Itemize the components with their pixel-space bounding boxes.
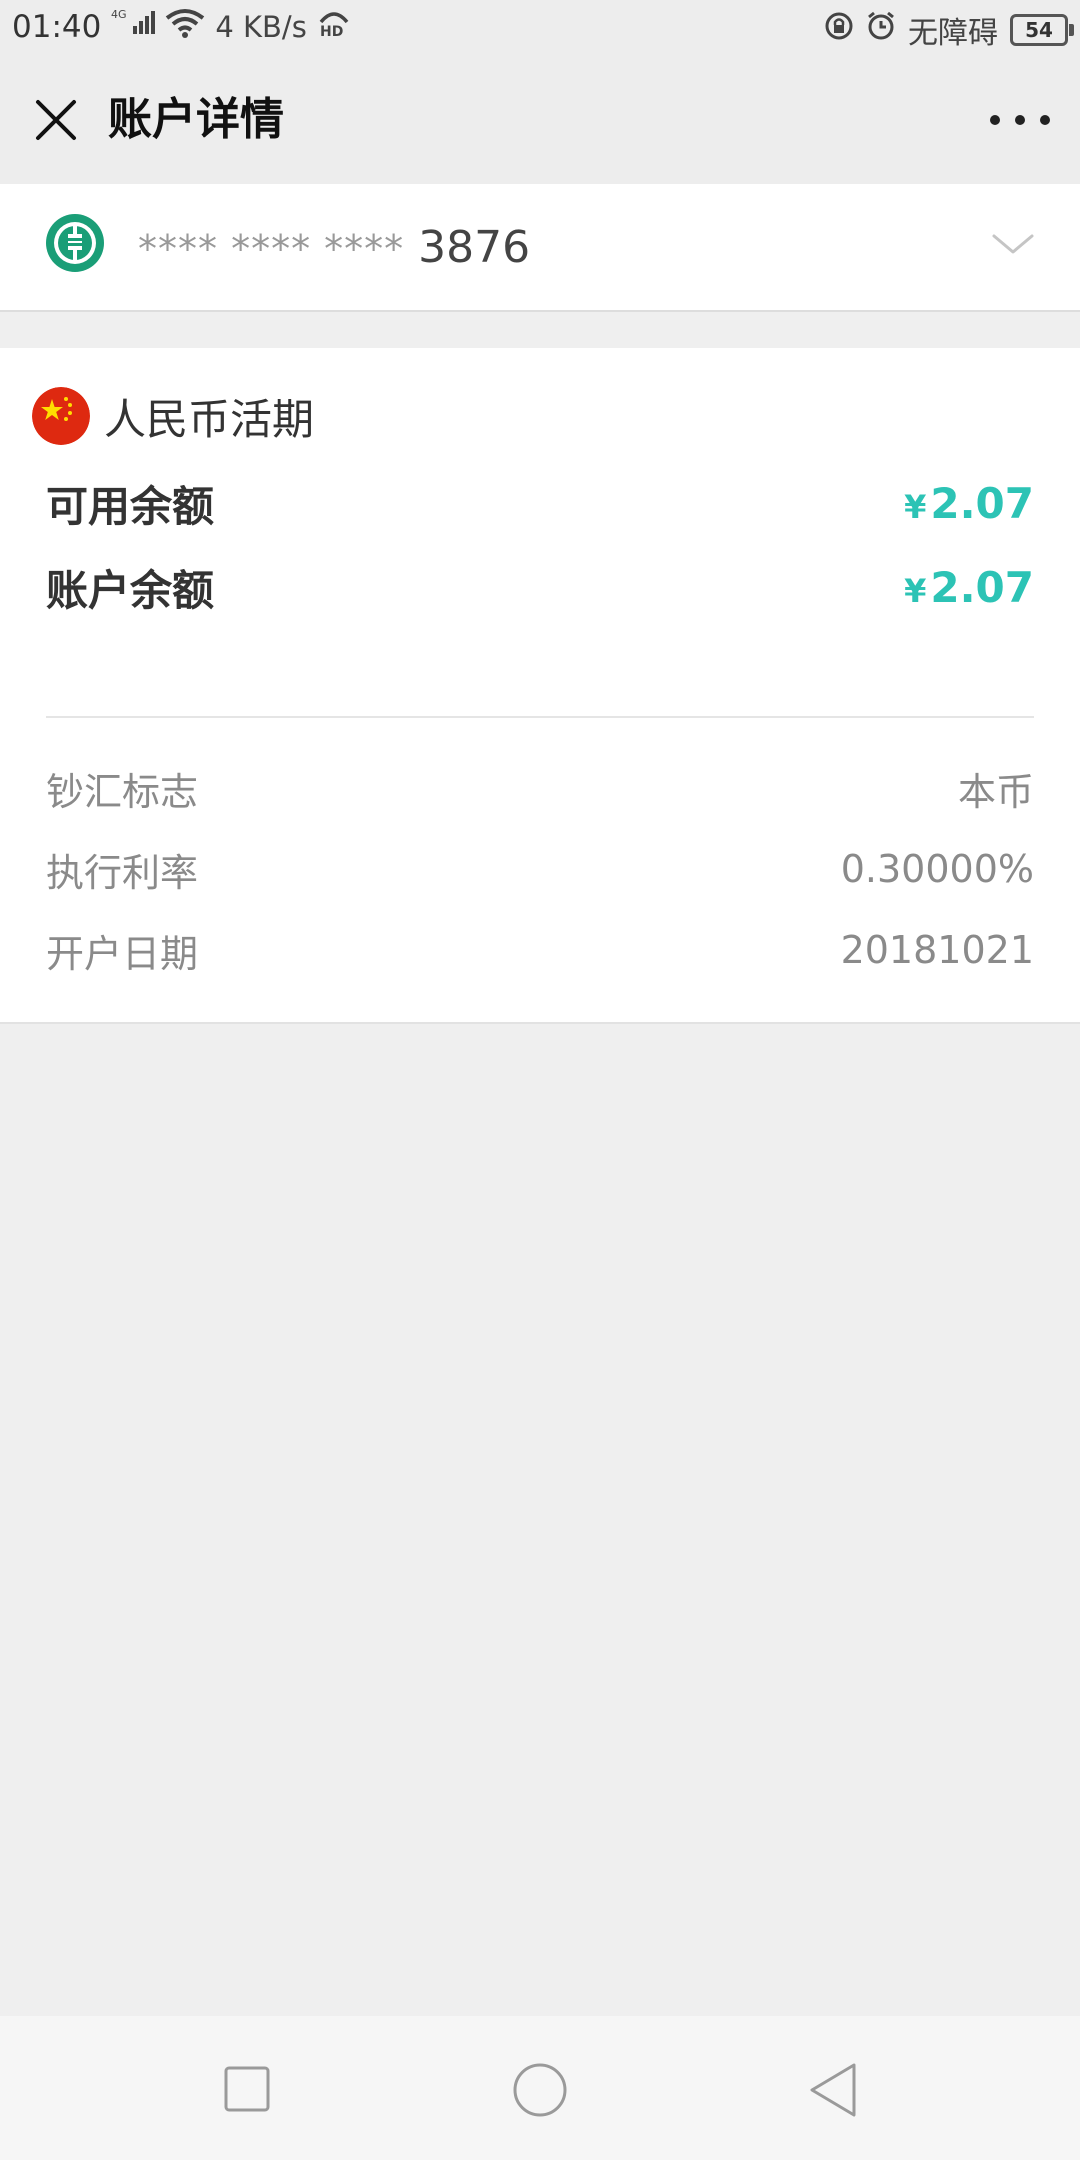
triangle-back-icon: [810, 2063, 856, 2117]
hd-label: HD: [320, 24, 343, 38]
header: 账户详情: [0, 56, 1080, 184]
bank-logo-icon: [44, 212, 106, 274]
circle-icon: [513, 2063, 567, 2117]
status-right: 无障碍 54: [824, 8, 1074, 52]
more-icon-dot: [1015, 115, 1025, 125]
rotation-lock-icon: [824, 11, 854, 49]
wifi-icon: [165, 8, 205, 46]
info-label: 钞汇标志: [46, 769, 199, 814]
close-icon: [36, 100, 76, 140]
currency-name: 人民币活期: [104, 394, 315, 444]
chevron-down-icon: [992, 234, 1034, 254]
info-label: 执行利率: [46, 850, 199, 895]
currency-symbol: ¥: [904, 487, 927, 526]
divider: [46, 716, 1034, 718]
account-selector[interactable]: **** **** **** 3876: [0, 184, 1080, 312]
account-balance-row: 账户余额 ¥2.07: [46, 556, 1034, 618]
status-time: 01:40: [12, 9, 102, 45]
status-left: 01:40 4G 4 KB/s HD: [12, 8, 351, 46]
network-speed: 4 KB/s: [215, 10, 307, 44]
info-value: 20181021: [840, 928, 1034, 972]
available-balance-label: 可用余额: [46, 481, 215, 531]
currency-row: 人民币活期: [32, 386, 314, 446]
recent-apps-button[interactable]: [216, 2062, 276, 2118]
home-button[interactable]: [510, 2062, 570, 2118]
card-number: **** **** **** 3876: [138, 220, 530, 277]
square-icon: [224, 2066, 270, 2112]
more-icon-dot: [990, 115, 1000, 125]
available-balance-value: ¥2.07: [904, 479, 1034, 528]
more-icon-dot: [1040, 115, 1050, 125]
info-value: 本币: [957, 769, 1034, 814]
info-row-cash-remit: 钞汇标志 本币: [46, 760, 1034, 816]
available-balance-amount: 2.07: [930, 478, 1034, 528]
account-balance-label: 账户余额: [46, 565, 215, 615]
back-button[interactable]: [804, 2062, 864, 2118]
signal-icon: 4G: [111, 8, 156, 46]
battery-icon: 54: [1010, 14, 1074, 46]
accessibility-label: 无障碍: [908, 16, 998, 51]
system-nav-bar: [0, 2016, 1080, 2160]
card-number-last4: 3876: [418, 222, 531, 273]
account-balance-value: ¥2.07: [904, 563, 1034, 612]
network-type: 4G: [111, 8, 127, 21]
more-button[interactable]: [990, 92, 1050, 148]
info-label: 开户日期: [46, 931, 199, 976]
close-button[interactable]: [28, 92, 84, 148]
battery-level: 54: [1025, 18, 1053, 42]
card-number-mask: **** **** ****: [138, 227, 405, 271]
info-row-open-date: 开户日期 20181021: [46, 922, 1034, 978]
available-balance-row: 可用余额 ¥2.07: [46, 472, 1034, 534]
info-row-interest-rate: 执行利率 0.30000%: [46, 841, 1034, 897]
currency-symbol: ¥: [904, 571, 927, 610]
account-dropdown-button[interactable]: [990, 222, 1036, 268]
account-balance-amount: 2.07: [930, 562, 1034, 612]
info-value: 0.30000%: [840, 847, 1034, 891]
status-bar: 01:40 4G 4 KB/s HD 无障碍 54: [0, 0, 1080, 56]
account-details: 人民币活期 可用余额 ¥2.07 账户余额 ¥2.07 钞汇标志 本币 执行利率…: [0, 348, 1080, 1024]
alarm-icon: [866, 11, 896, 49]
page-title: 账户详情: [108, 94, 284, 145]
china-flag-icon: [32, 387, 90, 445]
hd-icon: HD: [317, 8, 351, 46]
